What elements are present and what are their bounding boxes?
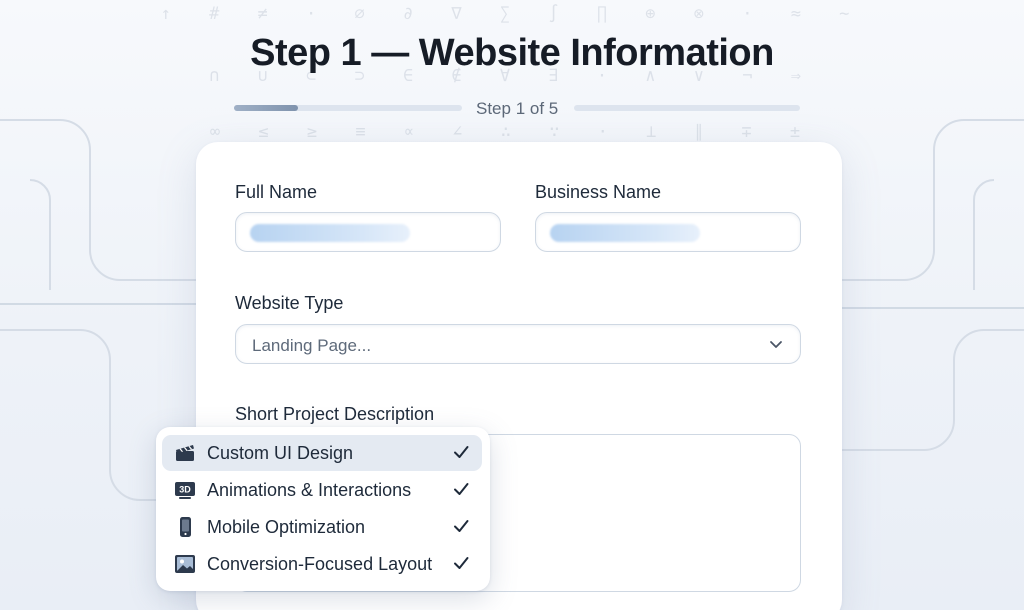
business-name-label: Business Name xyxy=(535,182,662,202)
checkmark-icon xyxy=(454,520,469,532)
3d-icon-text: 3D xyxy=(179,485,191,495)
feature-label: Mobile Optimization xyxy=(207,517,366,537)
checkmark-icon xyxy=(454,557,469,569)
clapperboard-icon xyxy=(176,445,194,461)
checkmark-icon xyxy=(454,446,469,458)
full-name-input[interactable] xyxy=(235,212,501,252)
progress-track-remaining xyxy=(574,105,800,111)
feature-item-custom-ui-design[interactable]: Custom UI Design xyxy=(162,435,482,471)
website-type-select[interactable]: Landing Page... xyxy=(235,324,801,364)
progress-track xyxy=(234,105,462,111)
description-label: Short Project Description xyxy=(235,404,435,424)
chevron-down-icon xyxy=(770,341,782,348)
progress-fill xyxy=(234,105,298,111)
mobile-phone-icon xyxy=(180,517,191,537)
background-glyphs-row: ∞ ≤ ≥ ≡ ∝ ∠ ∴ ∵ · ⊥ ∥ ∓ ± xyxy=(209,122,815,142)
feature-checklist: Custom UI Design 3D Animations & Interac… xyxy=(156,427,490,591)
app-canvas: ↑ # ≠ · ∅ ∂ ∇ ∑ ∫ ∏ ⊕ ⊗ · ≈ ∼ ∩ ∪ ⊂ ⊃ ∈ … xyxy=(0,0,1024,610)
step-label: Step 1 of 5 xyxy=(476,99,559,118)
full-name-value-redacted xyxy=(250,224,410,242)
background-glyphs-row: ↑ # ≠ · ∅ ∂ ∇ ∑ ∫ ∏ ⊕ ⊗ · ≈ ∼ xyxy=(160,4,864,24)
website-type-value: Landing Page... xyxy=(252,336,372,355)
business-name-input[interactable] xyxy=(535,212,801,252)
checkmark-icon xyxy=(454,483,469,495)
feature-label: Conversion-Focused Layout xyxy=(207,554,433,574)
feature-item-mobile-optimization[interactable]: Mobile Optimization xyxy=(162,509,482,545)
3d-icon: 3D xyxy=(175,482,195,499)
feature-label: Animations & Interactions xyxy=(207,480,412,500)
image-icon xyxy=(175,555,195,573)
website-type-label: Website Type xyxy=(235,293,344,313)
business-name-value-redacted xyxy=(550,224,700,242)
feature-item-animations[interactable]: 3D Animations & Interactions xyxy=(162,472,482,508)
full-name-label: Full Name xyxy=(235,182,318,202)
page-title: Step 1 — Website Information xyxy=(250,32,774,74)
feature-item-conversion-layout[interactable]: Conversion-Focused Layout xyxy=(162,546,482,582)
feature-label: Custom UI Design xyxy=(207,443,354,463)
step-progress: Step 1 of 5 xyxy=(234,96,800,122)
